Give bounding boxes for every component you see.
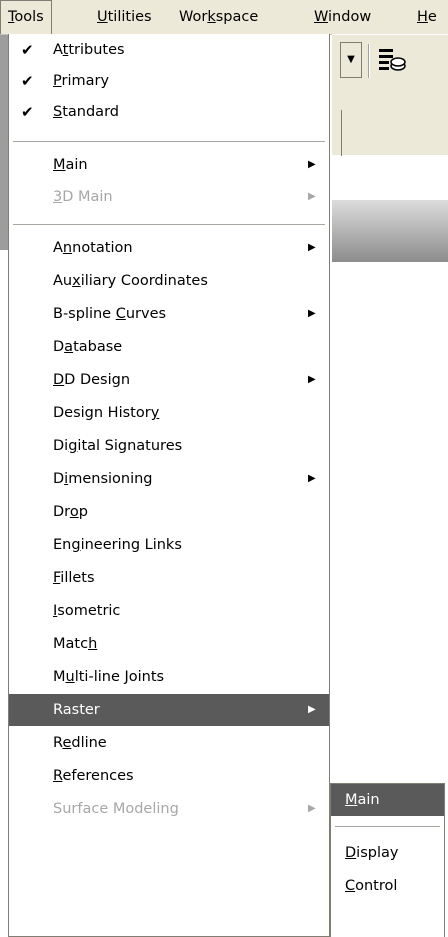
menu-item-standard[interactable]: ✔ Standard [9,96,329,128]
menu-item-references[interactable]: References [9,760,329,792]
menu-separator [335,826,440,827]
submenu-item-display[interactable]: Display [331,837,444,869]
menu-item-3d-main: 3D Main ▶ [9,181,329,213]
menu-bar: Tools Utilities Workspace Window He [0,0,448,35]
menu-item-database[interactable]: Database [9,331,329,363]
menu-item-dd-design[interactable]: DD Design ▶ [9,364,329,396]
menu-item-fillets[interactable]: Fillets [9,562,329,594]
menu-item-digital-signatures[interactable]: Digital Signatures [9,430,329,462]
submenu-arrow-icon: ▶ [308,308,316,319]
submenu-arrow-icon: ▶ [308,704,316,715]
panel-header [332,200,448,262]
submenu-arrow-icon: ▶ [308,159,316,170]
menu-item-isometric[interactable]: Isometric [9,595,329,627]
submenu-arrow-icon: ▶ [308,191,316,202]
menu-item-attributes[interactable]: ✔ Attributes [9,34,329,66]
raster-submenu: Main Display Control [330,783,445,937]
menu-item-auxiliary-coordinates[interactable]: Auxiliary Coordinates [9,265,329,297]
menu-item-primary[interactable]: ✔ Primary [9,65,329,97]
check-icon: ✔ [21,41,34,59]
window-edge [0,35,8,250]
menu-item-dimensioning[interactable]: Dimensioning ▶ [9,463,329,495]
toolbar-separator [341,110,342,156]
submenu-arrow-icon: ▶ [308,473,316,484]
menu-separator [13,224,325,225]
submenu-item-main[interactable]: Main [331,784,444,816]
submenu-arrow-icon: ▶ [308,242,316,253]
submenu-arrow-icon: ▶ [308,803,316,814]
menu-help[interactable]: He [410,0,444,34]
menu-item-drop[interactable]: Drop [9,496,329,528]
check-icon: ✔ [21,103,34,121]
toolbar-row [332,97,448,155]
menu-workspace[interactable]: Workspace [172,0,265,34]
menu-item-design-history[interactable]: Design History [9,397,329,429]
menu-item-match[interactable]: Match [9,628,329,660]
check-icon: ✔ [21,72,34,90]
menu-item-surface-modeling[interactable]: Surface Modeling ▶ [9,793,329,825]
layers-icon[interactable] [377,46,407,76]
menu-item-bspline-curves[interactable]: B-spline Curves ▶ [9,298,329,330]
menu-window[interactable]: Window [307,0,378,34]
menu-item-annotation[interactable]: Annotation ▶ [9,232,329,264]
menu-utilities[interactable]: Utilities [90,0,159,34]
toolbar-divider [368,44,370,78]
chevron-down-icon: ▼ [347,54,355,65]
menu-separator [13,141,325,142]
menu-item-redline[interactable]: Redline [9,727,329,759]
menu-tools[interactable]: Tools [0,0,52,34]
menu-item-raster[interactable]: Raster ▶ [9,694,329,726]
menu-item-engineering-links[interactable]: Engineering Links [9,529,329,561]
menu-item-multi-line-joints[interactable]: Multi-line Joints [9,661,329,693]
submenu-item-control[interactable]: Control [331,870,444,902]
menu-item-main[interactable]: Main ▶ [9,149,329,181]
tools-dropdown-menu: ✔ Attributes ✔ Primary ✔ Standard Main ▶… [8,34,330,937]
submenu-arrow-icon: ▶ [308,374,316,385]
combo-dropdown-button[interactable]: ▼ [340,42,362,78]
